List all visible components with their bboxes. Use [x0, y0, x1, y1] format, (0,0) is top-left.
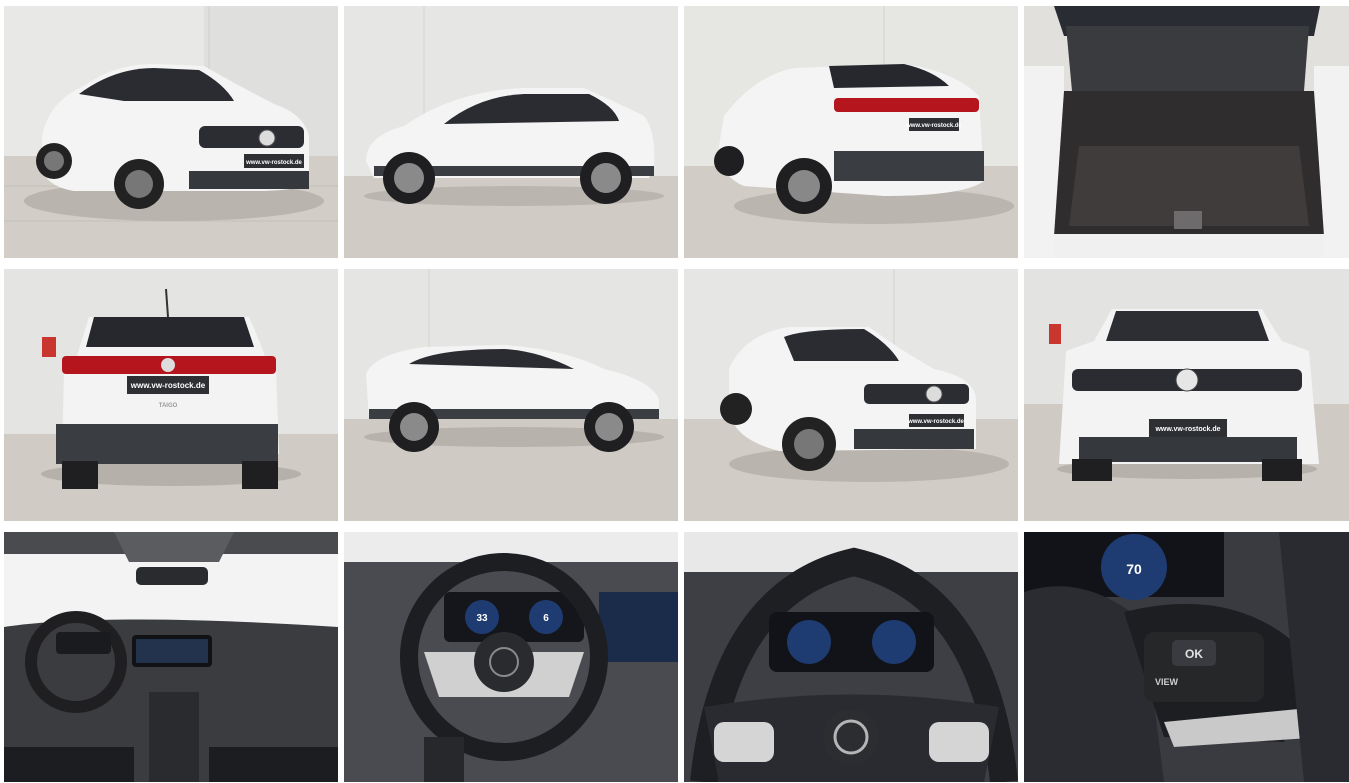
license-plate-text: www.vw-rostock.de	[905, 123, 962, 129]
photo-steering-wheel-closeup[interactable]	[684, 532, 1018, 782]
steering-wheel-closeup-image	[684, 532, 1018, 782]
photo-rear[interactable]: www.vw-rostock.de TAIGO	[4, 269, 338, 521]
car-rear-image: www.vw-rostock.de TAIGO	[4, 269, 338, 521]
photo-steering-controls-closeup[interactable]: 70 OK VIEW	[1024, 532, 1349, 782]
photo-front-three-quarter-2[interactable]: www.vw-rostock.de	[684, 269, 1018, 521]
car-side-left-image	[344, 6, 678, 258]
car-side-right-image	[344, 269, 678, 521]
view-button-label: VIEW	[1155, 677, 1179, 687]
license-plate-text: www.vw-rostock.de	[907, 419, 964, 425]
license-plate-text: www.vw-rostock.de	[245, 160, 302, 166]
license-plate-text: www.vw-rostock.de	[130, 381, 206, 390]
photo-gallery: www.vw-rostock.de www.vw-rostock.de www.…	[4, 6, 1349, 782]
photo-interior-dashboard[interactable]	[4, 532, 338, 782]
cluster-left-value: 33	[476, 613, 488, 624]
car-front-three-quarter-image: www.vw-rostock.de	[4, 6, 338, 258]
steering-wheel-image: 33 6	[344, 532, 678, 782]
car-front-three-quarter-2-image: www.vw-rostock.de	[684, 269, 1018, 521]
cluster-right-value: 6	[543, 613, 549, 624]
trunk-open-image	[1024, 6, 1349, 258]
car-front-image: www.vw-rostock.de	[1024, 269, 1349, 521]
photo-steering-wheel[interactable]: 33 6	[344, 532, 678, 782]
photo-front[interactable]: www.vw-rostock.de	[1024, 269, 1349, 521]
steering-controls-closeup-image: 70 OK VIEW	[1024, 532, 1349, 782]
model-badge: TAIGO	[159, 403, 178, 409]
photo-side-left[interactable]	[344, 6, 678, 258]
license-plate-text: www.vw-rostock.de	[1154, 426, 1220, 433]
photo-front-three-quarter[interactable]: www.vw-rostock.de	[4, 6, 338, 258]
interior-dashboard-image	[4, 532, 338, 782]
speedometer-value: 70	[1126, 561, 1142, 577]
ok-button-label: OK	[1185, 647, 1203, 661]
photo-rear-three-quarter[interactable]: www.vw-rostock.de	[684, 6, 1018, 258]
car-rear-three-quarter-image: www.vw-rostock.de	[684, 6, 1018, 258]
photo-trunk-open[interactable]	[1024, 6, 1349, 258]
photo-side-right[interactable]	[344, 269, 678, 521]
